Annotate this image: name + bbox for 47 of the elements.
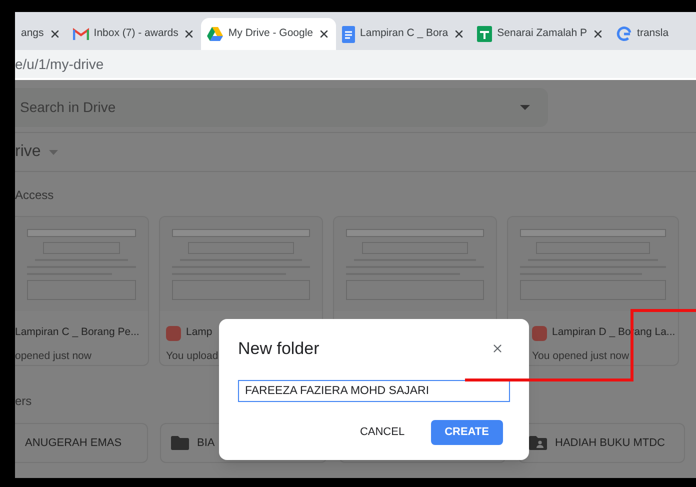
section-heading: Access xyxy=(15,187,55,202)
document-icon xyxy=(342,26,356,42)
g-logo-icon xyxy=(616,26,632,42)
close-icon[interactable] xyxy=(183,28,196,40)
tab-title: angs xyxy=(21,26,44,42)
mail-icon xyxy=(72,28,89,40)
browser-tab[interactable]: Inbox (7) - awards xyxy=(66,18,202,50)
folder-name-field[interactable]: FAREEZA FAZIERA MOHD SAJARI xyxy=(238,380,510,402)
address-bar[interactable]: e/u/1/my-drive xyxy=(15,50,696,80)
close-icon[interactable] xyxy=(491,342,504,356)
create-button[interactable]: CREATE xyxy=(430,420,503,444)
file-card[interactable]: Lampiran C _ Borang Pe... opened just now xyxy=(15,216,149,366)
location-title: rive xyxy=(15,142,41,162)
folder-chip[interactable]: ANUGERAH EMAS xyxy=(15,423,148,463)
tab-title: transla xyxy=(637,26,669,42)
file-detail: opened just now xyxy=(15,349,92,364)
browser-tab[interactable]: transla xyxy=(610,18,675,50)
cancel-button[interactable]: CANCEL xyxy=(348,420,417,444)
folder-icon xyxy=(171,436,189,450)
close-icon[interactable] xyxy=(453,28,466,40)
close-icon[interactable] xyxy=(592,28,604,40)
tab-title: Lampiran C _ Bora xyxy=(360,26,448,42)
browser-tab[interactable]: angs xyxy=(15,18,67,50)
tab-title: Inbox (7) - awards xyxy=(94,26,178,42)
pdf-icon xyxy=(532,326,547,340)
file-name: Lampiran C _ Borang Pe... xyxy=(15,325,140,340)
folder-name: BIA xyxy=(197,436,215,451)
folder-name: ANUGERAH EMAS xyxy=(25,436,122,451)
browser-tab[interactable]: My Drive - Google xyxy=(201,18,336,50)
triangle-logo-icon xyxy=(207,27,224,41)
shared-folder-icon xyxy=(529,436,547,450)
file-detail: You upload xyxy=(166,349,218,364)
dialog-title: New folder xyxy=(238,338,320,360)
pdf-icon xyxy=(166,326,181,340)
dropdown-caret-icon[interactable] xyxy=(520,105,530,110)
section-heading: ers xyxy=(15,393,33,408)
close-icon[interactable] xyxy=(48,28,61,40)
tab-title: My Drive - Google xyxy=(228,26,314,42)
file-detail: You opened just now xyxy=(532,349,630,364)
close-icon[interactable] xyxy=(318,28,330,40)
browser-tab[interactable]: Senarai Zamalah P xyxy=(471,18,610,50)
spreadsheet-icon xyxy=(477,26,492,42)
url-text: e/u/1/my-drive xyxy=(15,54,104,74)
file-name: Lamp xyxy=(186,325,212,340)
tab-title: Senarai Zamalah P xyxy=(497,26,588,42)
folder-name: HADIAH BUKU MTDC xyxy=(555,436,666,451)
browser-tab[interactable]: Lampiran C _ Bora xyxy=(336,18,472,50)
